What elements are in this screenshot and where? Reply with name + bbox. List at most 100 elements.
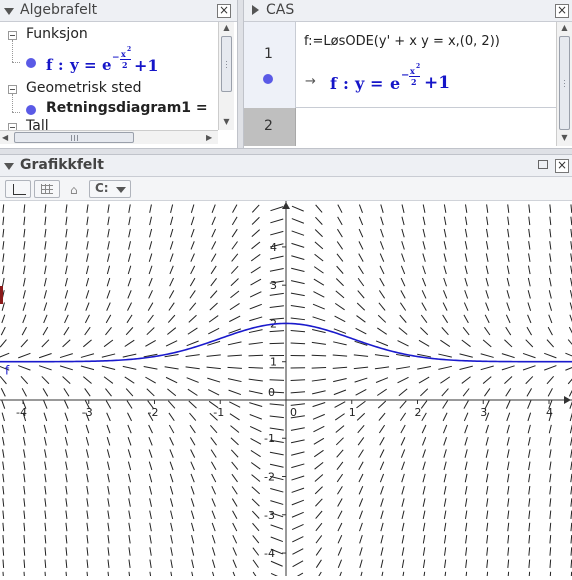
graphics-view[interactable]: -4-3-2-10123443210-1-2-3-4 f <box>0 201 572 576</box>
slope-segment <box>44 315 47 323</box>
slope-segment <box>44 278 46 286</box>
slope-segment <box>381 523 383 531</box>
scroll-thumb[interactable] <box>559 36 570 130</box>
slope-segment <box>337 486 342 494</box>
slope-segment <box>291 428 305 431</box>
toggle-axes-button[interactable] <box>5 180 31 198</box>
slope-segment <box>145 377 155 383</box>
slope-segment <box>335 316 346 322</box>
slope-segment <box>487 560 488 568</box>
slope-segment <box>381 486 384 494</box>
slope-segment <box>21 376 28 383</box>
scroll-thumb[interactable] <box>221 36 232 92</box>
slope-segment <box>402 229 404 237</box>
slope-segment <box>359 254 363 262</box>
cas-input-1[interactable]: f:=LøsODE(y' + x y = x,(0, 2)) <box>304 34 500 49</box>
cas-row-header-1[interactable]: 1 <box>244 22 296 108</box>
slope-segment <box>210 303 218 310</box>
slope-segment <box>550 462 551 470</box>
slope-segment <box>87 474 89 482</box>
close-icon[interactable]: × <box>555 4 569 18</box>
graphics-canvas[interactable]: -4-3-2-10123443210-1-2-3-4 f <box>0 201 572 576</box>
slope-segment <box>211 278 217 286</box>
slope-segment <box>129 523 130 531</box>
slope-segment <box>107 278 110 286</box>
slope-segment <box>170 229 172 237</box>
visibility-dot-icon[interactable] <box>263 74 273 84</box>
slope-segment <box>315 254 324 261</box>
slope-segment <box>24 229 25 237</box>
home-view-button[interactable]: ⌂ <box>64 180 86 198</box>
slope-segment <box>507 278 509 286</box>
visibility-dot-icon[interactable] <box>26 105 36 115</box>
slope-segment <box>465 449 467 457</box>
curve-label-f[interactable]: f <box>5 364 10 378</box>
slope-segment <box>3 474 4 482</box>
slope-segment <box>87 204 88 212</box>
slope-segment <box>270 331 284 332</box>
style-menu-button[interactable]: C: <box>89 180 131 198</box>
algebra-item-retningsdiagram[interactable]: Retningsdiagram1 = <box>46 100 208 116</box>
slope-segment <box>168 315 175 322</box>
slope-segment <box>420 327 427 334</box>
expand-icon[interactable] <box>252 5 259 15</box>
slope-segment <box>271 561 283 566</box>
slope-segment <box>442 389 449 396</box>
slope-segment <box>481 354 494 358</box>
cas-row-2[interactable] <box>296 108 556 146</box>
x-tick-label: 0 <box>290 406 297 419</box>
slope-segment <box>486 303 489 311</box>
algebra-horizontal-scrollbar[interactable]: ◀ ▶ <box>0 130 218 144</box>
slope-segment <box>228 367 242 368</box>
slope-segment <box>123 354 137 357</box>
slope-segment <box>171 547 173 555</box>
collapse-geometrisk-icon[interactable] <box>8 85 17 94</box>
scroll-thumb[interactable] <box>14 132 134 143</box>
slope-segment <box>270 428 284 430</box>
slope-segment <box>126 327 133 334</box>
slope-segment <box>270 464 284 467</box>
slope-segment <box>149 290 153 298</box>
close-icon[interactable]: × <box>555 159 569 173</box>
close-icon[interactable]: × <box>217 4 231 18</box>
slope-segment <box>360 560 362 568</box>
split-divider[interactable] <box>0 148 572 155</box>
split-divider[interactable] <box>237 0 244 150</box>
slope-segment <box>550 486 551 494</box>
slope-segment <box>270 343 284 344</box>
algebra-item-f[interactable]: f : y = e − x 2 2 +1 <box>46 48 226 78</box>
slope-segment <box>3 535 4 543</box>
cas-row-header-2[interactable]: 2 <box>244 108 296 146</box>
collapse-funksjon-icon[interactable] <box>8 31 17 40</box>
slope-segment <box>316 560 321 568</box>
slope-segment <box>212 547 215 555</box>
slope-segment <box>129 572 130 576</box>
slope-segment <box>2 437 4 445</box>
slope-segment <box>231 438 239 445</box>
slope-segment <box>3 266 4 274</box>
slope-segment <box>526 340 533 347</box>
slope-segment <box>150 204 152 212</box>
collapse-icon[interactable] <box>4 163 14 170</box>
slope-segment <box>528 437 530 445</box>
slope-segment <box>64 388 69 396</box>
slope-segment <box>356 389 367 395</box>
slope-segment <box>378 315 386 322</box>
cas-vertical-scrollbar[interactable]: ▲ ▼ <box>556 22 572 146</box>
algebra-vertical-scrollbar[interactable]: ▲ ▼ <box>218 22 234 130</box>
undock-icon[interactable] <box>538 160 548 169</box>
collapse-icon[interactable] <box>4 8 14 15</box>
slope-segment <box>380 462 384 470</box>
cas-row-1[interactable]: f:=LøsODE(y' + x y = x,(0, 2)) → f : y =… <box>296 22 556 108</box>
visibility-dot-icon[interactable] <box>26 58 36 68</box>
slope-segment <box>128 278 131 286</box>
slope-segment <box>24 462 25 470</box>
slope-segment <box>108 547 109 555</box>
slope-segment <box>337 450 344 458</box>
slope-segment <box>423 204 425 212</box>
slope-segment <box>2 425 4 433</box>
slope-segment <box>150 560 151 568</box>
toggle-grid-button[interactable] <box>34 180 60 198</box>
slope-segment <box>65 315 69 323</box>
slope-segment <box>359 486 363 494</box>
